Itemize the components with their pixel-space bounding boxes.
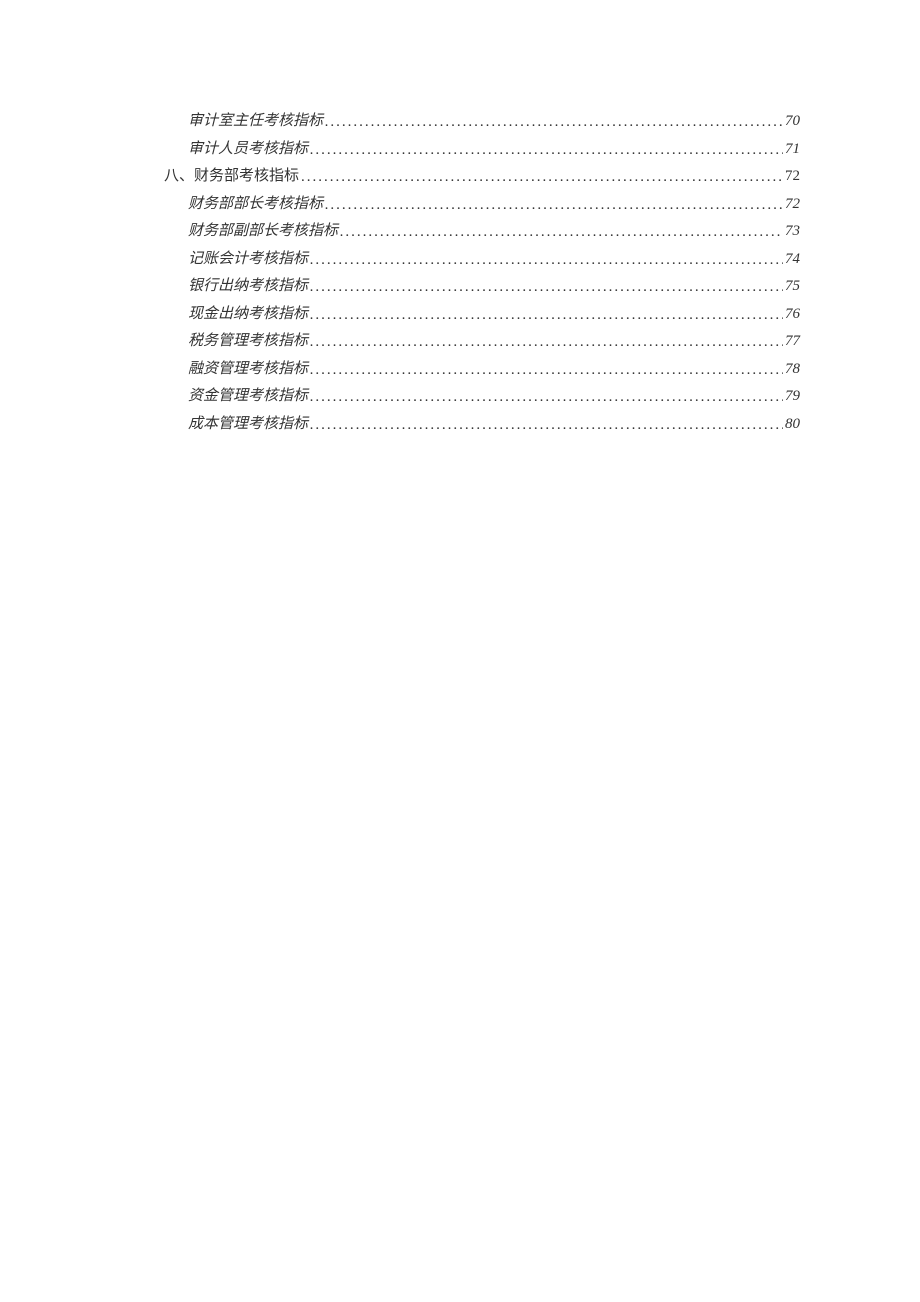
- toc-entry: 审计室主任考核指标 70: [164, 108, 800, 136]
- toc-entry: 资金管理考核指标 79: [164, 383, 800, 411]
- toc-title: 财务部部长考核指标: [188, 191, 323, 219]
- toc-entry: 八、财务部考核指标 72: [164, 163, 800, 191]
- toc-entry: 融资管理考核指标 78: [164, 356, 800, 384]
- table-of-contents: 审计室主任考核指标 70 审计人员考核指标 71 八、财务部考核指标 72 财务…: [164, 108, 800, 438]
- toc-leader-dots: [310, 329, 783, 357]
- toc-page-number: 72: [785, 163, 800, 191]
- toc-page-number: 72: [785, 191, 800, 219]
- toc-leader-dots: [310, 357, 783, 385]
- toc-leader-dots: [325, 109, 783, 137]
- toc-leader-dots: [310, 302, 783, 330]
- toc-page-number: 73: [785, 218, 800, 246]
- toc-title: 成本管理考核指标: [188, 411, 308, 439]
- toc-title: 审计室主任考核指标: [188, 108, 323, 136]
- toc-leader-dots: [301, 164, 783, 192]
- toc-page-number: 74: [785, 246, 800, 274]
- toc-page-number: 78: [785, 356, 800, 384]
- toc-entry: 现金出纳考核指标 76: [164, 301, 800, 329]
- toc-leader-dots: [310, 274, 783, 302]
- toc-entry: 税务管理考核指标 77: [164, 328, 800, 356]
- toc-leader-dots: [340, 219, 783, 247]
- toc-entry: 财务部副部长考核指标 73: [164, 218, 800, 246]
- toc-page-number: 71: [785, 136, 800, 164]
- toc-title: 现金出纳考核指标: [188, 301, 308, 329]
- toc-page-number: 76: [785, 301, 800, 329]
- toc-page-number: 70: [785, 108, 800, 136]
- toc-title: 八、财务部考核指标: [164, 163, 299, 191]
- toc-page-number: 77: [785, 328, 800, 356]
- toc-leader-dots: [325, 192, 783, 220]
- toc-title: 财务部副部长考核指标: [188, 218, 338, 246]
- toc-leader-dots: [310, 247, 783, 275]
- toc-page-number: 80: [785, 411, 800, 439]
- toc-title: 融资管理考核指标: [188, 356, 308, 384]
- toc-leader-dots: [310, 384, 783, 412]
- toc-page-number: 79: [785, 383, 800, 411]
- toc-title: 审计人员考核指标: [188, 136, 308, 164]
- toc-title: 银行出纳考核指标: [188, 273, 308, 301]
- toc-title: 税务管理考核指标: [188, 328, 308, 356]
- toc-page-number: 75: [785, 273, 800, 301]
- toc-entry: 财务部部长考核指标 72: [164, 191, 800, 219]
- toc-leader-dots: [310, 412, 783, 440]
- toc-title: 资金管理考核指标: [188, 383, 308, 411]
- toc-entry: 成本管理考核指标 80: [164, 411, 800, 439]
- toc-entry: 审计人员考核指标 71: [164, 136, 800, 164]
- toc-entry: 银行出纳考核指标 75: [164, 273, 800, 301]
- toc-title: 记账会计考核指标: [188, 246, 308, 274]
- toc-leader-dots: [310, 137, 783, 165]
- toc-entry: 记账会计考核指标 74: [164, 246, 800, 274]
